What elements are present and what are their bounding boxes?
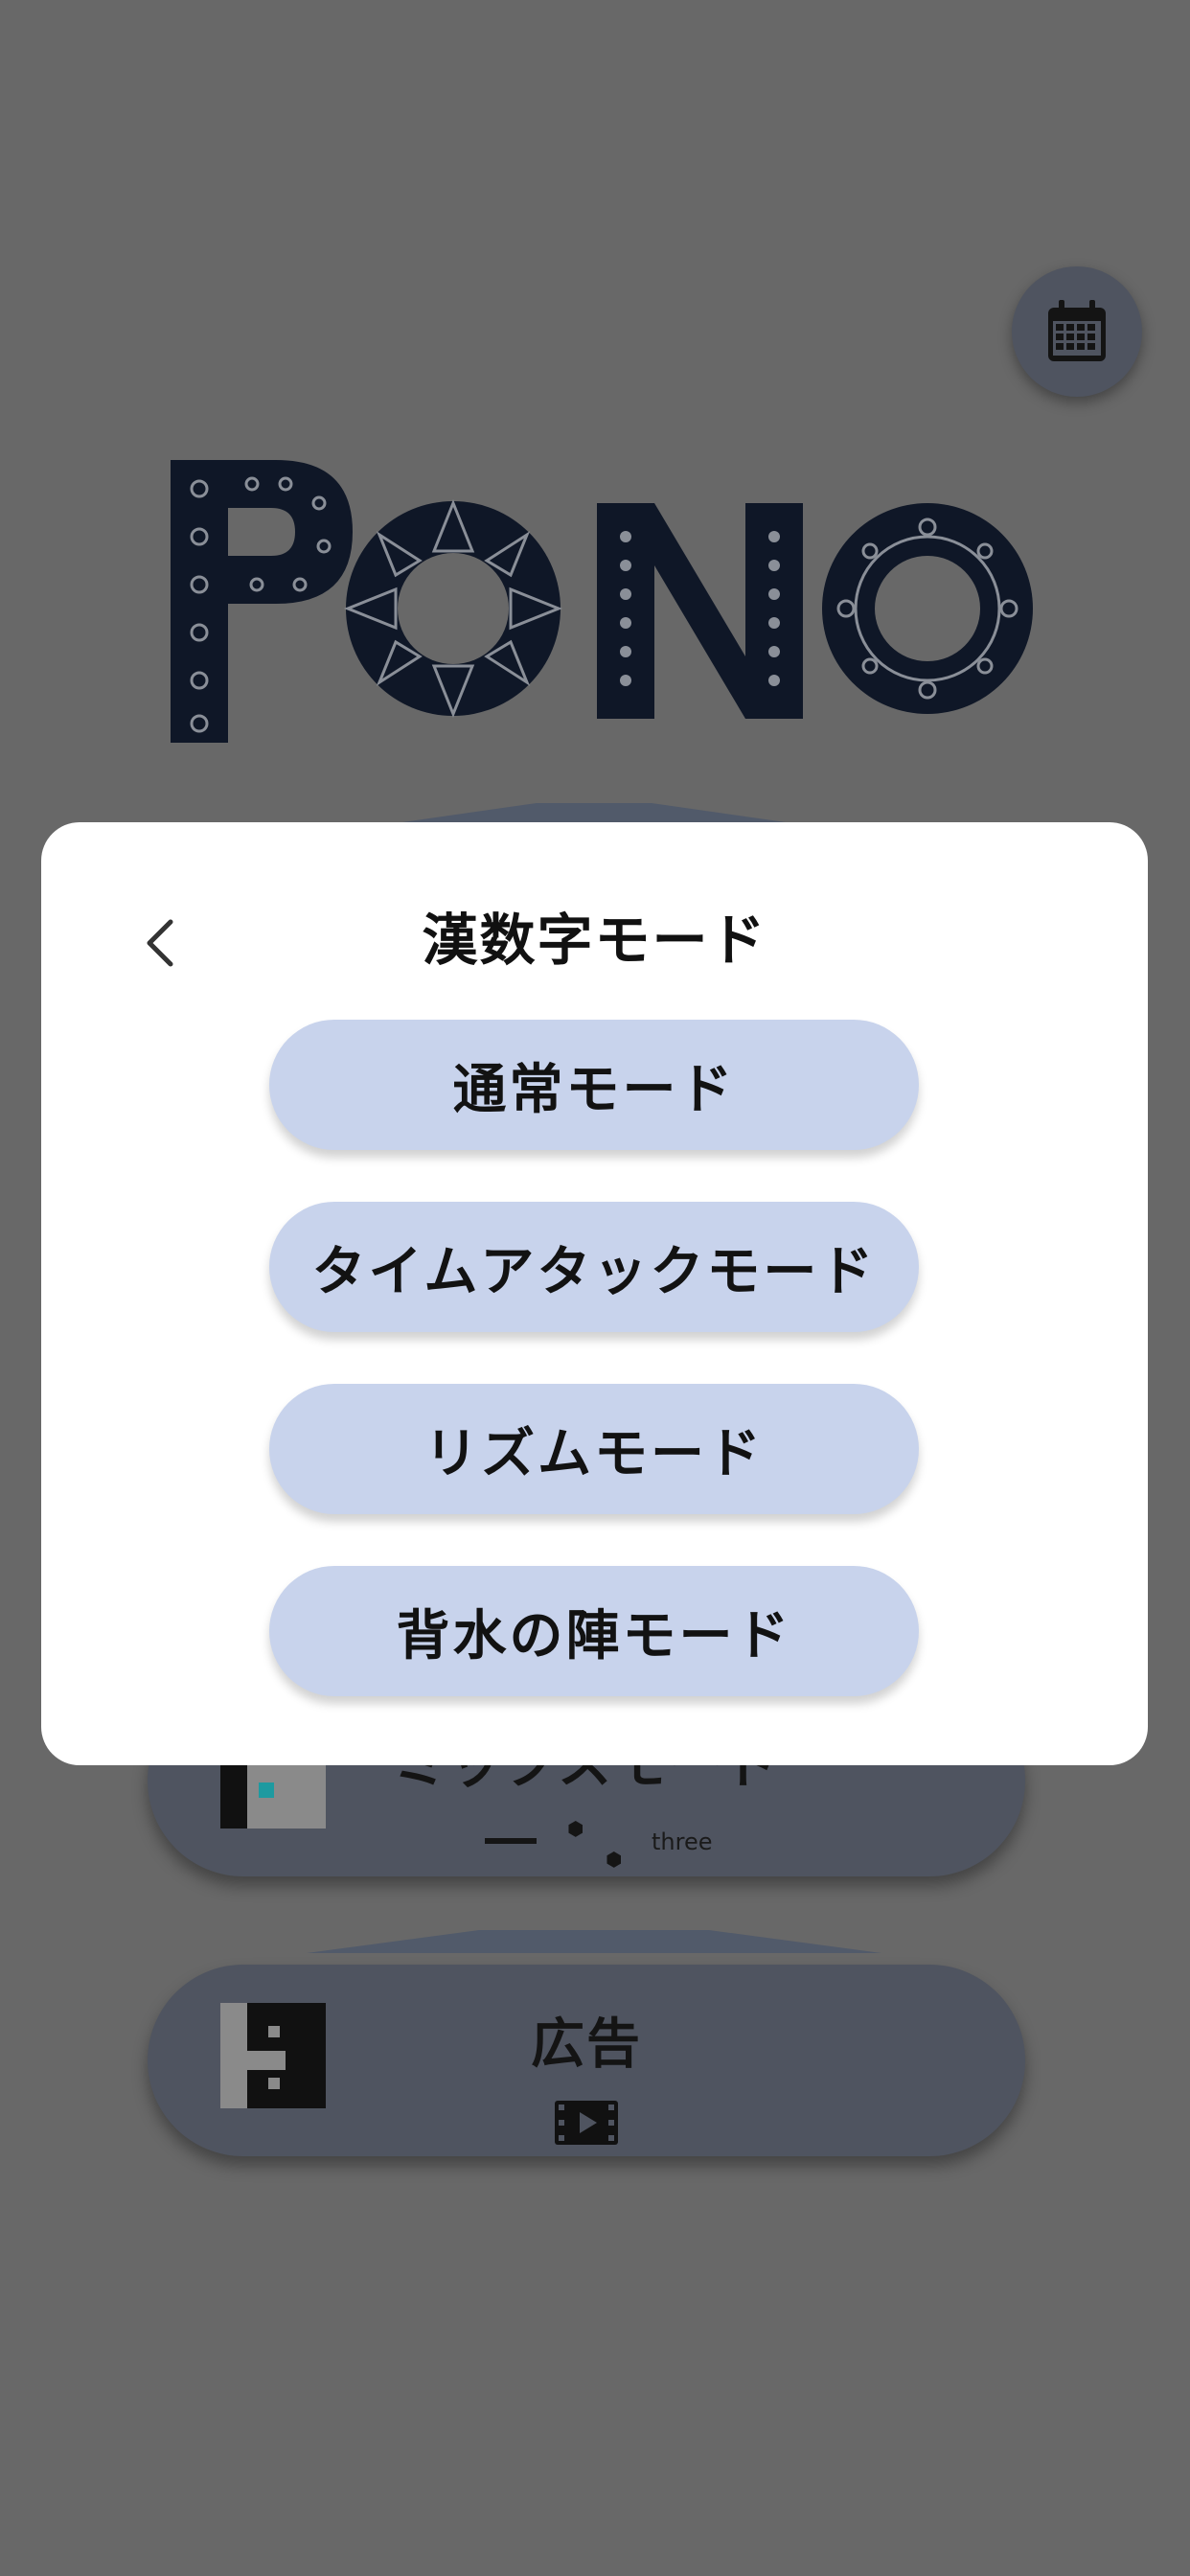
mode-select-modal: 漢数字モード 通常モード タイムアタックモード リズムモード 背水の陣モード [41, 822, 1148, 1765]
pono-logo [171, 460, 1033, 743]
ad-card[interactable]: 広告 [148, 1965, 1025, 2156]
video-icon [555, 2101, 618, 2145]
mix-mode-sub-label: three [652, 1828, 713, 1855]
calendar-button[interactable] [1012, 266, 1142, 397]
rhythm-mode-button[interactable]: リズムモード [269, 1384, 919, 1514]
ad-card-title: 広告 [531, 2013, 642, 2076]
divider-ornament [402, 803, 786, 822]
calendar-icon [1048, 300, 1106, 361]
normal-mode-button[interactable]: 通常モード [269, 1020, 919, 1150]
last-stand-mode-button[interactable]: 背水の陣モード [269, 1566, 919, 1696]
modal-title: 漢数字モード [422, 908, 767, 973]
cube-icon: ⬢ [567, 1817, 584, 1840]
time-attack-mode-button[interactable]: タイムアタックモード [269, 1202, 919, 1332]
cube-icon: ⬢ [606, 1848, 623, 1871]
mix-mode-dash [485, 1838, 537, 1844]
divider-ornament [307, 1930, 881, 1953]
